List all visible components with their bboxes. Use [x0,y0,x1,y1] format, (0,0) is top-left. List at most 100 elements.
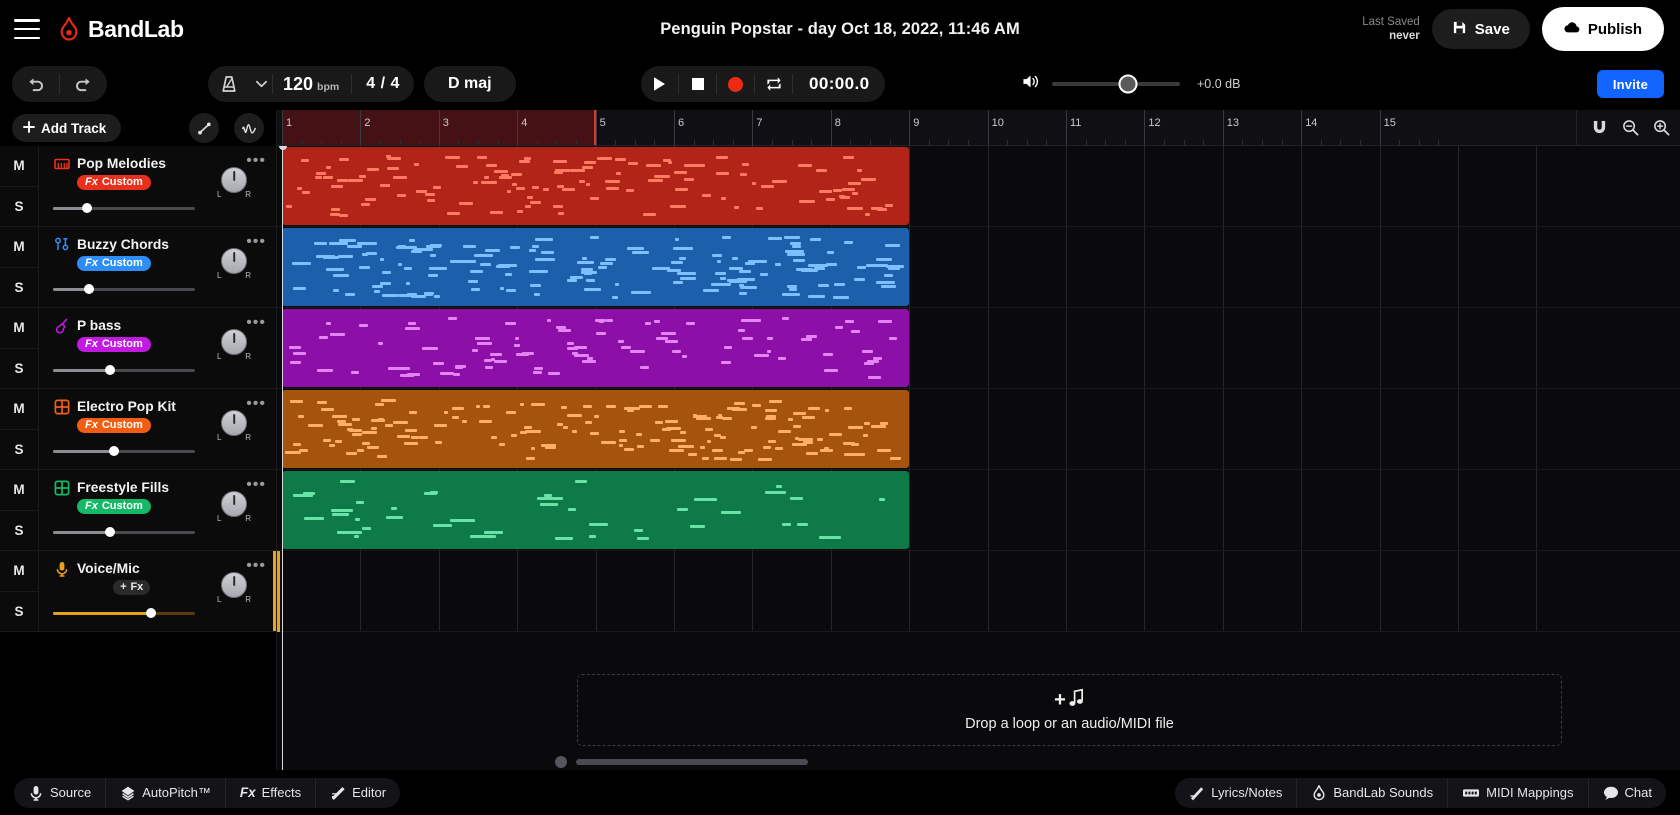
timecode-display[interactable]: 00:00.0 [793,74,885,94]
track-volume-knob[interactable] [83,284,94,295]
track-fx-badge[interactable]: Fx Custom [77,256,151,271]
solo-button[interactable]: S [0,349,38,389]
redo-arrow-icon[interactable] [60,66,107,102]
zoom-out-icon[interactable] [1622,119,1639,136]
master-volume-slider[interactable] [1052,74,1180,94]
solo-button[interactable]: S [0,268,38,308]
track-volume-knob[interactable] [104,527,115,538]
track-volume-slider[interactable] [53,284,195,295]
autopitch-icon [120,785,136,801]
solo-button[interactable]: S [0,511,38,551]
pencil-note-icon [1189,785,1205,801]
track-volume-slider[interactable] [53,527,195,538]
add-track-button[interactable]: Add Track [12,114,122,142]
track-fx-badge[interactable]: Fx Custom [77,418,151,433]
bottom-tool-bandlab-sounds[interactable]: BandLab Sounds [1296,777,1447,808]
timeline-lane[interactable] [277,308,1680,389]
midi-note [655,421,664,425]
track-volume-knob[interactable] [109,446,120,457]
track-pan-knob[interactable]: LR [216,410,252,450]
midi-note [330,213,340,217]
track-header[interactable]: M S Buzzy Chords ••• Fx Custom LR [0,227,276,308]
midi-connector-icon [1462,785,1480,801]
midi-clip[interactable] [282,390,910,468]
midi-clip[interactable] [282,228,910,306]
publish-button[interactable]: Publish [1541,7,1664,51]
chevron-down-icon[interactable] [250,80,272,88]
track-volume-knob[interactable] [82,203,93,214]
timeline-ruler[interactable]: 1 2 3 4 5 6 7 8 9 10 11 12 13 14 15 [277,110,1680,146]
bottom-tool-source[interactable]: Source [14,778,105,808]
loop-button[interactable] [755,66,792,102]
stop-button[interactable] [679,66,716,102]
master-volume-knob[interactable] [1118,74,1138,94]
scrollbar-nub[interactable] [555,756,567,768]
timeline-lane[interactable] [277,389,1680,470]
track-fx-badge[interactable]: + Fx [113,580,151,595]
zoom-in-icon[interactable] [1653,119,1670,136]
bottom-tool-effects[interactable]: Fx Effects [224,777,315,808]
solo-button[interactable]: S [0,187,38,227]
mute-button[interactable]: M [0,227,38,268]
bottom-tool-autopitch[interactable]: AutoPitch™ [105,777,225,808]
track-pan-knob[interactable]: LR [216,572,252,612]
playhead[interactable] [278,146,287,770]
track-volume-slider[interactable] [53,203,195,214]
timeline-lane[interactable] [277,470,1680,551]
invite-button[interactable]: Invite [1596,70,1664,98]
track-header[interactable]: M S P bass ••• Fx Custom LR [0,308,276,389]
track-header[interactable]: M S Freestyle Fills ••• Fx Custom LR [0,470,276,551]
brand-logo[interactable]: BandLab [58,16,184,43]
track-fx-badge[interactable]: Fx Custom [77,175,151,190]
track-pan-knob[interactable]: LR [216,491,252,531]
bpm-field[interactable]: 120 bpm [273,74,351,95]
scrollbar-thumb[interactable] [576,759,808,765]
midi-note [588,522,608,526]
midi-clip[interactable] [282,309,910,387]
track-volume-slider[interactable] [53,365,195,376]
timeline-lane[interactable] [277,227,1680,308]
bottom-tool-editor[interactable]: Editor [315,777,400,808]
horizontal-scrollbar[interactable] [554,756,1680,768]
metronome-icon[interactable] [208,75,250,93]
track-header[interactable]: M S Voice/Mic ••• + Fx LR [0,551,276,632]
midi-clip[interactable] [282,147,910,225]
solo-button[interactable]: S [0,430,38,470]
track-pan-knob[interactable]: LR [216,329,252,369]
track-header[interactable]: M S Pop Melodies ••• Fx Custom LR [0,146,276,227]
mute-button[interactable]: M [0,551,38,592]
track-pan-knob[interactable]: LR [216,167,252,207]
automation-curve-icon[interactable] [189,113,219,143]
mute-button[interactable]: M [0,146,38,187]
bottom-tool-lyrics-notes[interactable]: Lyrics/Notes [1175,778,1296,808]
mute-button[interactable]: M [0,308,38,349]
undo-arrow-icon[interactable] [12,66,59,102]
play-button[interactable] [641,66,678,102]
bottom-tool-midi-mappings[interactable]: MIDI Mappings [1447,777,1587,808]
midi-clip[interactable] [282,471,910,549]
solo-button[interactable]: S [0,592,38,632]
track-volume-knob[interactable] [145,608,156,619]
bass-guitar-icon [53,317,70,334]
hamburger-menu-icon[interactable] [14,19,40,39]
timeline-lane[interactable] [277,551,1680,632]
waveform-icon[interactable] [234,113,264,143]
track-header[interactable]: M S Electro Pop Kit ••• Fx Custom LR [0,389,276,470]
time-signature-field[interactable]: 4 / 4 [352,75,414,93]
magnet-snap-icon[interactable] [1591,120,1608,135]
track-fx-badge[interactable]: Fx Custom [77,337,151,352]
track-fx-badge[interactable]: Fx Custom [77,499,151,514]
track-volume-slider[interactable] [53,608,195,619]
mute-button[interactable]: M [0,470,38,511]
file-dropzone[interactable]: + Drop a loop or an audio/MIDI file [577,674,1562,746]
track-volume-knob[interactable] [104,365,115,376]
key-signature-field[interactable]: D maj [424,66,516,102]
speaker-volume-icon[interactable] [1022,73,1041,95]
track-volume-slider[interactable] [53,446,195,457]
track-pan-knob[interactable]: LR [216,248,252,288]
save-button[interactable]: Save [1431,9,1530,49]
timeline-lane[interactable] [277,146,1680,227]
bottom-tool-chat[interactable]: Chat [1587,777,1666,808]
mute-button[interactable]: M [0,389,38,430]
record-button[interactable] [717,66,754,102]
